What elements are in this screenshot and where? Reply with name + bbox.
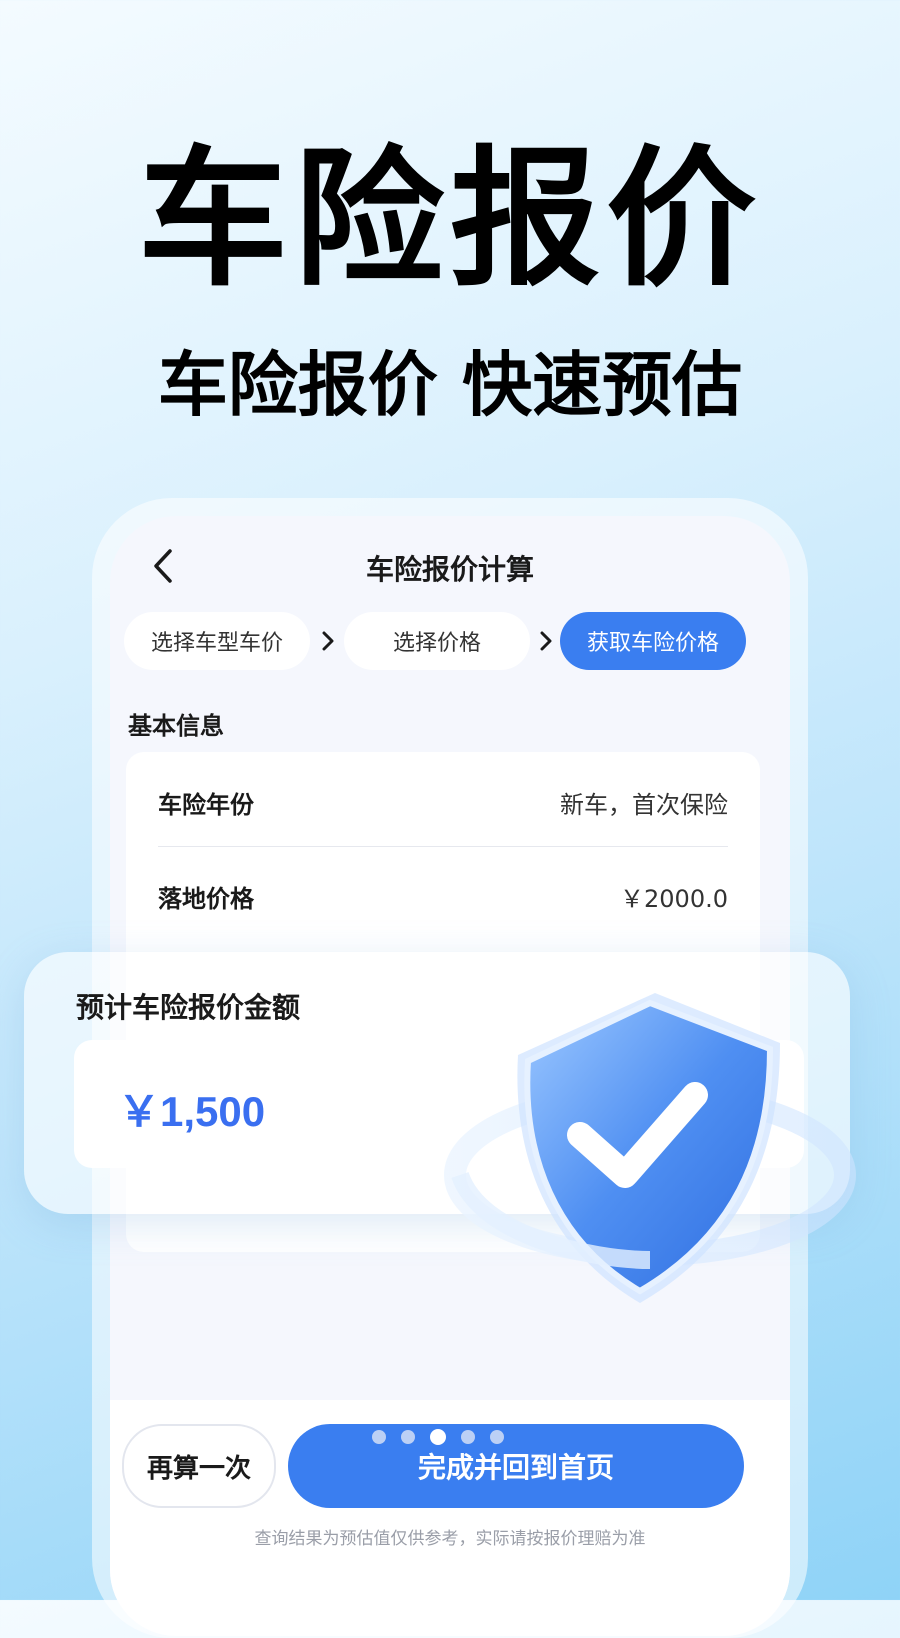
page-dot[interactable] xyxy=(461,1430,475,1444)
estimate-amount: ￥1,500 xyxy=(118,1088,266,1135)
page-dot[interactable] xyxy=(401,1430,415,1444)
page-dot-active[interactable] xyxy=(430,1429,446,1445)
hero-subtitle: 车险报价 快速预估 xyxy=(157,344,743,426)
divider xyxy=(158,846,728,847)
hero-title: 车险报价 xyxy=(137,133,762,307)
step-get-price[interactable]: 获取车险价格 xyxy=(560,612,746,670)
estimate-title: 预计车险报价金额 xyxy=(76,991,301,1024)
info-row-price: 落地价格 ￥2000.0 xyxy=(158,876,728,916)
chevron-right-icon xyxy=(318,626,338,656)
page-title: 车险报价计算 xyxy=(365,553,534,586)
info-value: ￥2000.0 xyxy=(620,884,728,913)
section-label: 基本信息 xyxy=(128,712,224,740)
info-value: 新车，首次保险 xyxy=(560,790,728,819)
retry-button[interactable]: 再算一次 xyxy=(122,1424,276,1508)
disclaimer: 查询结果为预估值仅供参考，实际请按报价理赔为准 xyxy=(254,1529,646,1549)
step-select-price[interactable]: 选择价格 xyxy=(344,612,530,670)
finish-button[interactable]: 完成并回到首页 xyxy=(288,1424,744,1508)
page-indicator xyxy=(372,1429,504,1445)
step-select-model[interactable]: 选择车型车价 xyxy=(124,612,310,670)
page-dot[interactable] xyxy=(490,1430,504,1444)
info-row-year: 车险年份 新车，首次保险 xyxy=(158,782,728,822)
chevron-right-icon xyxy=(536,626,556,656)
shield-check-icon xyxy=(444,993,856,1303)
info-key: 落地价格 xyxy=(158,884,254,913)
page-dot[interactable] xyxy=(372,1430,386,1444)
info-key: 车险年份 xyxy=(158,790,254,819)
